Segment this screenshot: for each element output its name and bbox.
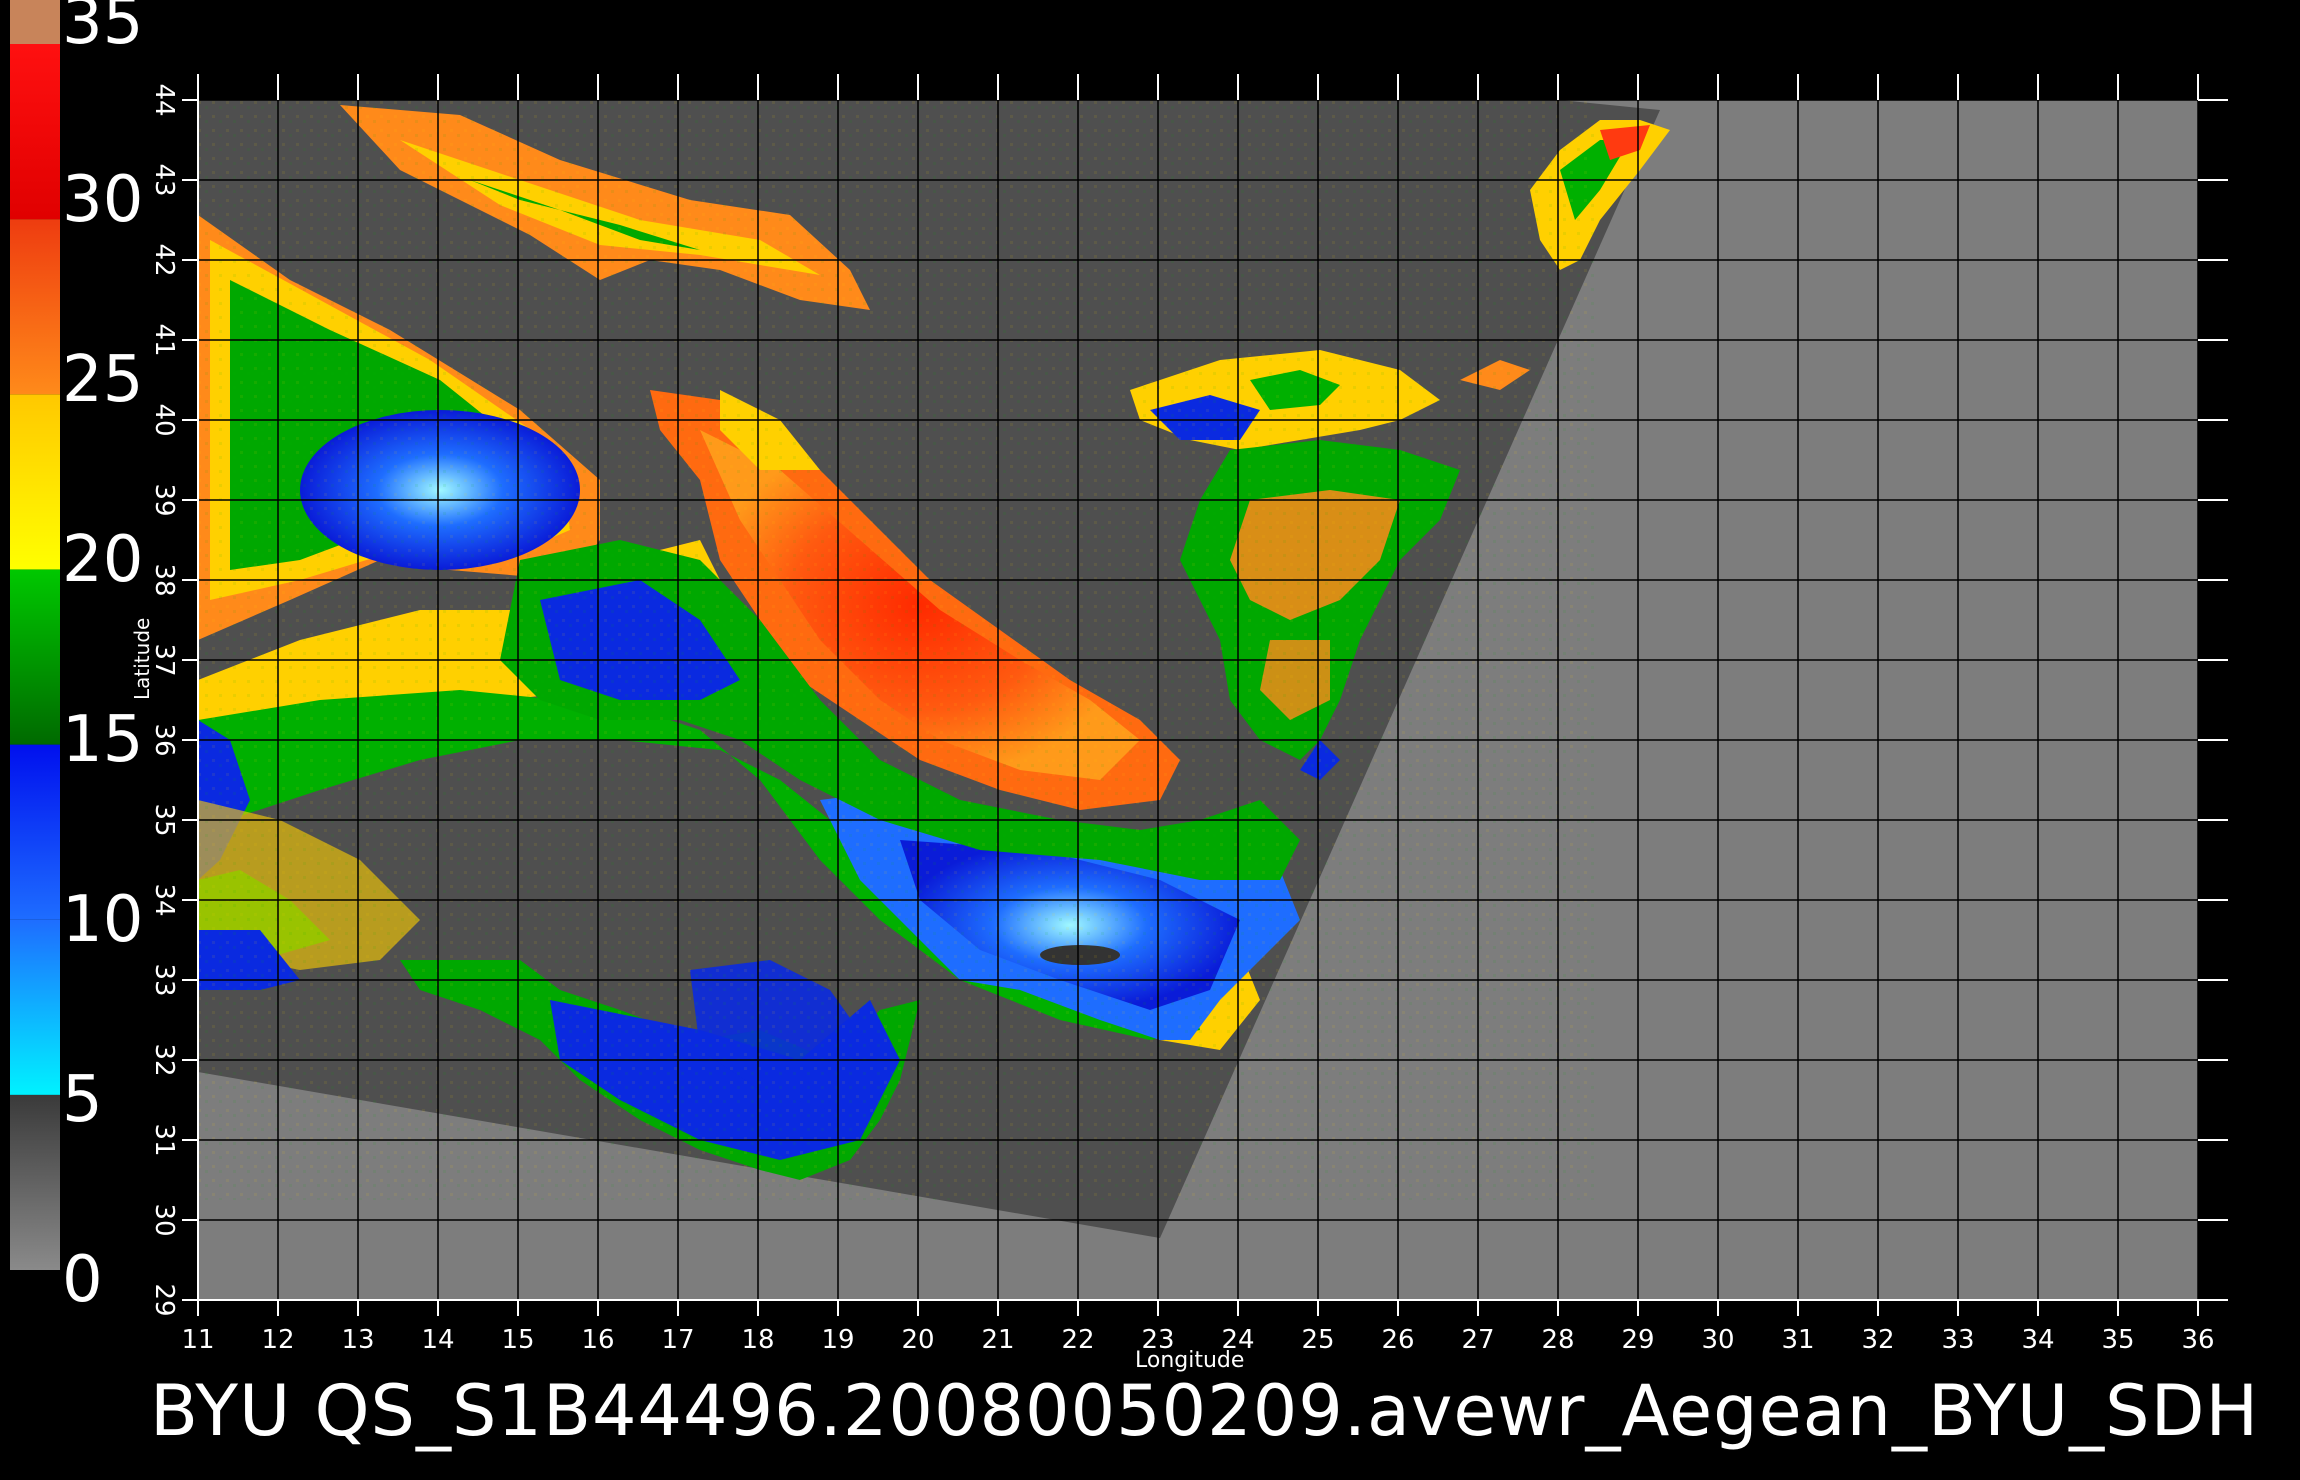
x-tick-label-16: 16 <box>581 1325 614 1355</box>
y-tick-label-29: 29 <box>149 1283 179 1316</box>
x-tick-label-13: 13 <box>341 1325 374 1355</box>
y-tick-label-36: 36 <box>149 723 179 756</box>
y-tick-label-42: 42 <box>149 243 179 276</box>
y-tick-label-44: 44 <box>149 83 179 116</box>
y-tick-label-35: 35 <box>149 803 179 836</box>
x-tick-label-34: 34 <box>2021 1325 2054 1355</box>
y-axis-label: Latitude <box>130 617 154 700</box>
y-tick-label-33: 33 <box>149 963 179 996</box>
x-tick-label-31: 31 <box>1781 1325 1814 1355</box>
y-tick-label-31: 31 <box>149 1123 179 1156</box>
x-tick-label-11: 11 <box>181 1325 214 1355</box>
x-tick-label-30: 30 <box>1701 1325 1734 1355</box>
x-tick-label-33: 33 <box>1941 1325 1974 1355</box>
x-tick-label-27: 27 <box>1461 1325 1494 1355</box>
x-tick-label-20: 20 <box>901 1325 934 1355</box>
y-tick-label-41: 41 <box>149 323 179 356</box>
y-tick-label-32: 32 <box>149 1043 179 1076</box>
x-tick-label-29: 29 <box>1621 1325 1654 1355</box>
x-tick-label-35: 35 <box>2101 1325 2134 1355</box>
x-tick-label-22: 22 <box>1061 1325 1094 1355</box>
image-title: BYU QS_S1B44496.20080050209.avewr_Aegean… <box>150 1370 2260 1452</box>
x-tick-label-12: 12 <box>261 1325 294 1355</box>
y-tick-label-43: 43 <box>149 163 179 196</box>
x-tick-label-19: 19 <box>821 1325 854 1355</box>
y-tick-label-38: 38 <box>149 563 179 596</box>
wind-field <box>198 100 1670 1200</box>
y-tick-label-34: 34 <box>149 883 179 916</box>
x-tick-label-32: 32 <box>1861 1325 1894 1355</box>
y-tick-label-39: 39 <box>149 483 179 516</box>
y-tick-label-40: 40 <box>149 403 179 436</box>
x-tick-label-14: 14 <box>421 1325 454 1355</box>
x-tick-label-36: 36 <box>2181 1325 2214 1355</box>
y-tick-label-30: 30 <box>149 1203 179 1236</box>
wind-speed-map: 11 12 13 14 15 16 17 18 19 20 21 22 23 24 25 26 27 28 29 30… <box>149 74 2228 1355</box>
x-tick-label-26: 26 <box>1381 1325 1414 1355</box>
x-tick-label-17: 17 <box>661 1325 694 1355</box>
x-tick-label-18: 18 <box>741 1325 774 1355</box>
x-tick-label-15: 15 <box>501 1325 534 1355</box>
x-tick-label-25: 25 <box>1301 1325 1334 1355</box>
x-tick-label-28: 28 <box>1541 1325 1574 1355</box>
x-tick-label-21: 21 <box>981 1325 1014 1355</box>
